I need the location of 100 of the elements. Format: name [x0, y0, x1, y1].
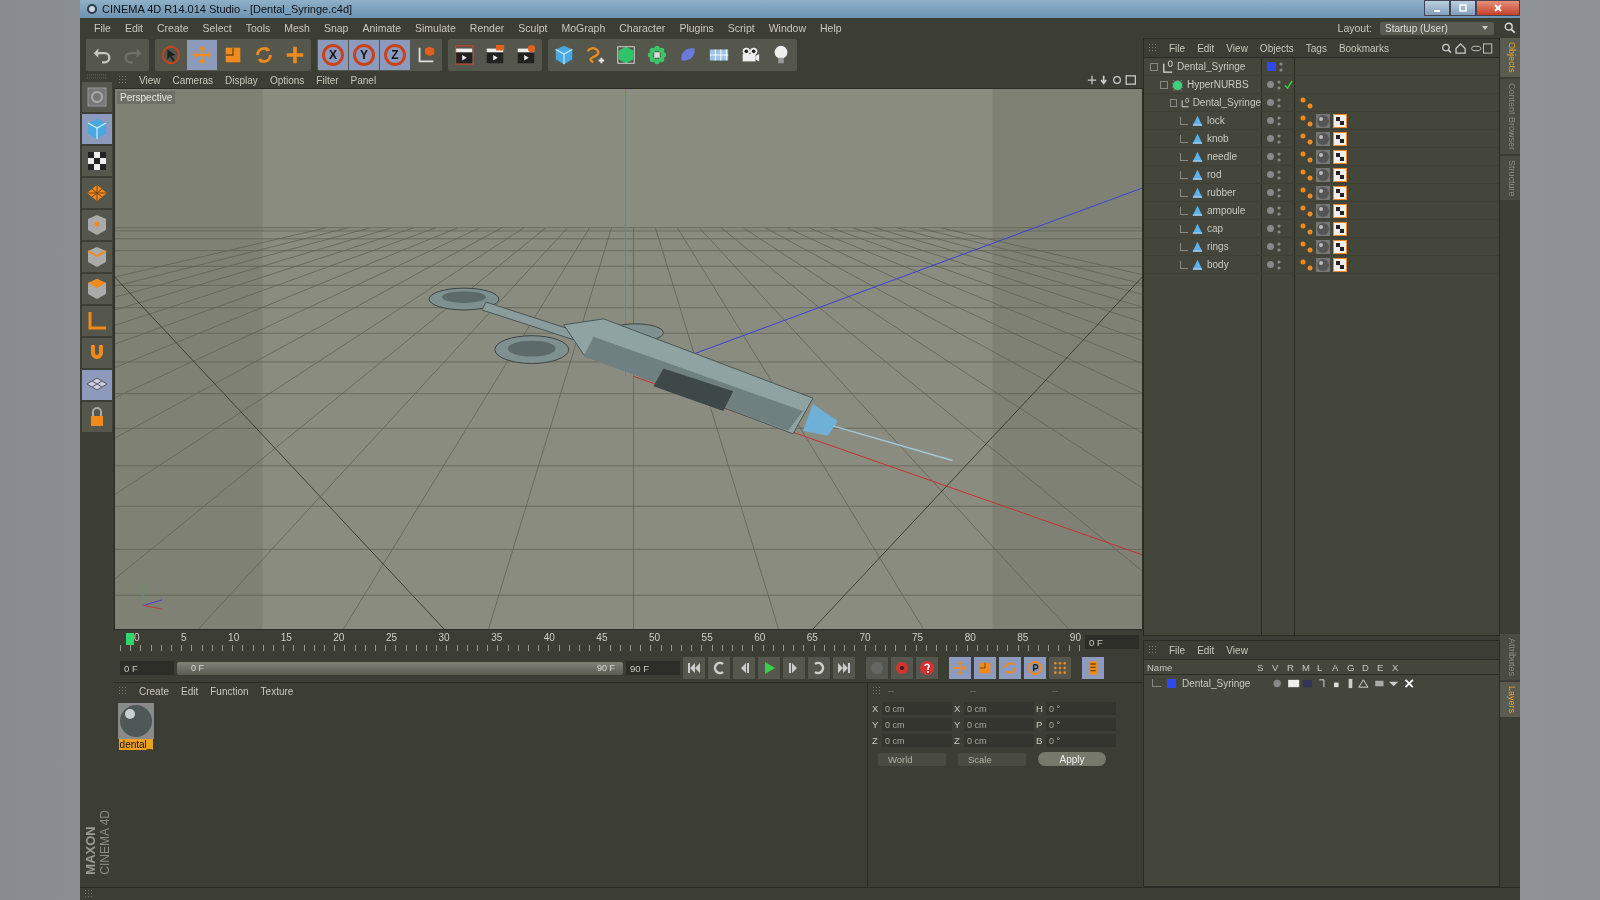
object-menu-item[interactable]: Objects	[1254, 42, 1299, 54]
menu-item[interactable]: Character	[613, 22, 672, 34]
menu-item[interactable]: Snap	[317, 22, 355, 34]
tool-button[interactable]	[82, 146, 112, 176]
material-sphere-icon[interactable]	[1316, 131, 1330, 146]
viewport-menu-item[interactable]: Options	[264, 74, 310, 86]
viewport-menu-item[interactable]: Panel	[345, 74, 382, 86]
visibility-dot[interactable]	[1267, 189, 1274, 196]
preview-range-slider[interactable]: 0 F 90 F	[177, 661, 623, 675]
viewport-menu-item[interactable]: View	[134, 74, 166, 86]
smoothing-tag-icon[interactable]	[1299, 257, 1313, 272]
material-sphere-icon[interactable]	[1316, 149, 1330, 164]
material-menu-item[interactable]: Edit	[176, 685, 204, 697]
menu-item[interactable]: Simulate	[409, 22, 462, 34]
axis-lock-button[interactable]: Z	[380, 40, 410, 70]
checker-tag-icon[interactable]	[1333, 221, 1347, 236]
menu-item[interactable]: File	[88, 22, 117, 34]
menu-item[interactable]: Help	[814, 22, 848, 34]
checker-tag-icon[interactable]	[1333, 257, 1347, 272]
smoothing-tag-icon[interactable]	[1299, 167, 1313, 182]
menu-item[interactable]: Render	[463, 22, 511, 34]
menu-item[interactable]: Mesh	[278, 22, 316, 34]
go-to-end-button[interactable]	[833, 657, 855, 679]
close-button[interactable]	[1476, 0, 1520, 16]
material-item[interactable]: dental_	[116, 703, 156, 750]
key-points-button[interactable]	[1049, 657, 1071, 679]
minimize-button[interactable]	[1424, 0, 1450, 16]
help-button[interactable]	[916, 657, 938, 679]
layer-color-swatch[interactable]	[1267, 62, 1276, 71]
object-name[interactable]: rubber	[1207, 187, 1236, 198]
visibility-dot[interactable]	[1267, 225, 1274, 232]
search-icon[interactable]	[1504, 22, 1516, 34]
axis-lock-button[interactable]: Y	[349, 40, 379, 70]
layout-dropdown[interactable]: Startup (User)	[1380, 21, 1494, 35]
material-menu-item[interactable]: Create	[134, 685, 174, 697]
axis-lock-button[interactable]: X	[318, 40, 348, 70]
material-sphere-icon[interactable]	[1316, 257, 1330, 272]
object-name[interactable]: Dental_Syringe	[1177, 61, 1246, 72]
visibility-dot[interactable]	[1267, 135, 1274, 142]
timeline-button[interactable]	[1082, 657, 1104, 679]
layer-color-swatch[interactable]	[1167, 678, 1176, 688]
material-sphere-icon[interactable]	[1316, 185, 1330, 200]
material-sphere-icon[interactable]	[1316, 203, 1330, 218]
object-name[interactable]: HyperNURBS	[1187, 79, 1249, 90]
menu-item[interactable]: MoGraph	[555, 22, 612, 34]
smoothing-tag-icon[interactable]	[1299, 131, 1313, 146]
smoothing-tag-icon[interactable]	[1299, 149, 1313, 164]
start-frame-field[interactable]: 0 F	[120, 661, 174, 675]
maximize-button[interactable]	[1450, 0, 1476, 16]
object-name[interactable]: rod	[1207, 169, 1222, 180]
smoothing-tag-icon[interactable]	[1299, 95, 1313, 110]
visibility-dot[interactable]	[1267, 171, 1274, 178]
smoothing-tag-icon[interactable]	[1299, 239, 1313, 254]
menu-item[interactable]: Select	[196, 22, 238, 34]
checker-tag-icon[interactable]	[1333, 185, 1347, 200]
visibility-dot[interactable]	[1267, 243, 1274, 250]
menu-item[interactable]: Tools	[239, 22, 277, 34]
object-menu-item[interactable]: File	[1164, 42, 1191, 54]
3d-viewport[interactable]: Perspective	[114, 88, 1143, 630]
current-frame-field[interactable]: 0 F	[1085, 635, 1139, 649]
material-menu-item[interactable]: Function	[205, 685, 254, 697]
object-name[interactable]: rings	[1207, 241, 1229, 252]
menu-item[interactable]: Script	[721, 22, 761, 34]
smoothing-tag-icon[interactable]	[1299, 203, 1313, 218]
object-menu-item[interactable]: View	[1221, 42, 1253, 54]
layer-menu-item[interactable]: View	[1221, 644, 1253, 656]
checker-tag-icon[interactable]	[1333, 131, 1347, 146]
visibility-dot[interactable]	[1267, 81, 1274, 88]
go-to-start-button[interactable]	[683, 657, 705, 679]
object-name[interactable]: knob	[1207, 133, 1229, 144]
menu-item[interactable]: Edit	[118, 22, 149, 34]
play-button[interactable]	[758, 657, 780, 679]
visibility-dot[interactable]	[1267, 117, 1274, 124]
checker-tag-icon[interactable]	[1333, 203, 1347, 218]
next-frame-button[interactable]	[783, 657, 805, 679]
material-sphere-icon[interactable]	[1316, 221, 1330, 236]
checkmark-icon[interactable]	[1284, 80, 1293, 89]
material-sphere-icon[interactable]	[1316, 167, 1330, 182]
end-frame-field[interactable]: 90 F	[626, 661, 680, 675]
layer-name[interactable]: Dental_Syringe	[1182, 677, 1264, 689]
object-menu-item[interactable]: Bookmarks	[1333, 42, 1394, 54]
timeline-ruler[interactable]: 0 5 10 15 20 25 30 35 40 45 50 55 60 65 70 75 80 85 90	[120, 631, 1081, 653]
object-name[interactable]: needle	[1207, 151, 1238, 162]
viewport-menu-item[interactable]: Cameras	[167, 74, 219, 86]
object-name[interactable]: lock	[1207, 115, 1225, 126]
previous-frame-button[interactable]	[733, 657, 755, 679]
checker-tag-icon[interactable]	[1333, 239, 1347, 254]
layer-menu-item[interactable]: File	[1164, 644, 1191, 656]
smoothing-tag-icon[interactable]	[1299, 221, 1313, 236]
object-name[interactable]: ampoule	[1207, 205, 1246, 216]
menu-item[interactable]: Sculpt	[512, 22, 554, 34]
object-menu-item[interactable]: Tags	[1300, 42, 1332, 54]
visibility-dot[interactable]	[1267, 153, 1274, 160]
checker-tag-icon[interactable]	[1333, 113, 1347, 128]
visibility-dot[interactable]	[1267, 99, 1274, 106]
smoothing-tag-icon[interactable]	[1299, 113, 1313, 128]
object-menu-item[interactable]: Edit	[1192, 42, 1220, 54]
material-sphere-icon[interactable]	[1316, 239, 1330, 254]
key-parameter-button[interactable]	[1024, 657, 1046, 679]
view-navigation-icon[interactable]	[1087, 75, 1137, 85]
